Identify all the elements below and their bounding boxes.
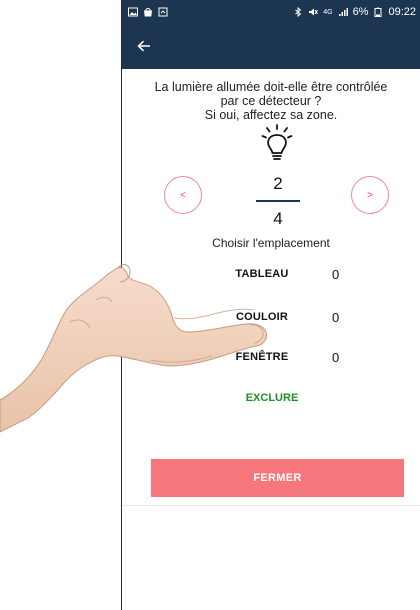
- zone-count: 0: [332, 267, 340, 282]
- network-label: 4G: [323, 8, 333, 16]
- arrow-left-icon: [137, 40, 150, 52]
- zone-name: FENÊTRE: [235, 351, 289, 363]
- previous-label: <: [180, 189, 186, 201]
- bag-icon: [144, 7, 152, 17]
- mute-icon: [309, 8, 319, 16]
- lightbulb-icon: [261, 124, 293, 160]
- next-label: >: [367, 189, 373, 201]
- phone-screen: 4G 6% 09:22 La lumière allumée doit-elle: [121, 0, 420, 610]
- question-line-3: Si oui, affectez sa zone.: [204, 108, 338, 122]
- card-divider: [122, 505, 420, 506]
- battery-icon: [374, 7, 382, 17]
- question-line-1: La lumière allumée doit-elle être contrô…: [154, 80, 388, 94]
- clock: 09:22: [388, 6, 416, 18]
- status-bar: 4G 6% 09:22: [122, 0, 420, 24]
- image-icon: [128, 7, 138, 17]
- zone-option-couloir[interactable]: COULOIR 0: [222, 308, 362, 328]
- total-count: 4: [273, 209, 283, 228]
- battery-percent: 6%: [352, 6, 369, 18]
- zone-option-tableau[interactable]: TABLEAU 0: [222, 265, 362, 285]
- zone-name: COULOIR: [235, 311, 289, 323]
- zone-count: 0: [332, 350, 340, 365]
- back-button[interactable]: [130, 34, 158, 58]
- fraction-divider: [256, 200, 300, 202]
- bluetooth-icon: [295, 7, 302, 17]
- previous-button[interactable]: <: [164, 176, 202, 214]
- status-right-info: 4G 6% 09:22: [293, 6, 416, 18]
- screen-icon: [158, 7, 168, 17]
- zone-name: TABLEAU: [235, 268, 289, 280]
- close-button[interactable]: FERMER: [151, 459, 404, 497]
- signal-icon: [338, 8, 348, 16]
- status-left-icons: [128, 7, 168, 17]
- zone-pager: 2 4: [250, 174, 306, 229]
- question-line-2: par ce détecteur ?: [220, 94, 322, 108]
- question-text: La lumière allumée doit-elle être contrô…: [122, 80, 420, 122]
- exclude-button[interactable]: EXCLURE: [222, 392, 322, 404]
- zone-count: 0: [332, 310, 340, 325]
- current-index: 2: [273, 174, 283, 193]
- choose-location-label: Choisir l'emplacement: [212, 236, 330, 250]
- zone-option-fenetre[interactable]: FENÊTRE 0: [222, 348, 362, 368]
- next-button[interactable]: >: [351, 176, 389, 214]
- app-bar: [122, 24, 420, 69]
